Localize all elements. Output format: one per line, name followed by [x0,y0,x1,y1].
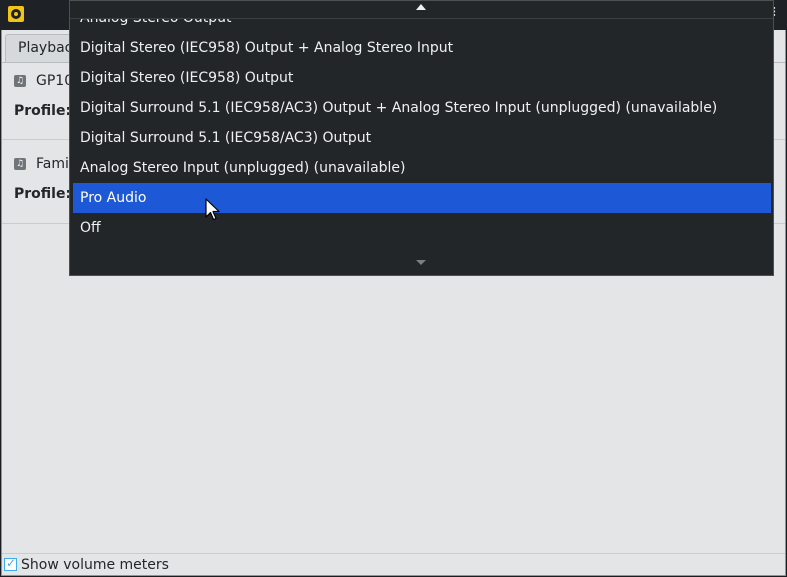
device-name-1: GP10 [36,73,74,89]
dropdown-option-off[interactable]: Off [73,213,771,243]
dropdown-option-digital-stereo-output[interactable]: Digital Stereo (IEC958) Output [73,63,771,93]
mouse-cursor-icon [205,198,220,221]
dropdown-option-analog-stereo-input[interactable]: Analog Stereo Input (unplugged) (unavail… [73,153,771,183]
device-row-2: ♫ Famil [14,154,73,174]
footer-bar: Show volume meters [2,553,785,575]
profile-label-1: Profile: [14,103,72,119]
show-volume-meters-checkbox[interactable] [4,556,17,571]
music-note-icon: ♫ [14,158,26,170]
scroll-up-button[interactable] [70,1,773,19]
profile-dropdown-list[interactable]: Analog Stereo Output Digital Stereo (IEC… [69,0,774,276]
device-name-2: Famil [36,156,73,172]
dropdown-option-digital-surround-output[interactable]: Digital Surround 5.1 (IEC958/AC3) Output [73,123,771,153]
dropdown-option-pro-audio[interactable]: Pro Audio [73,183,771,213]
device-row-1: ♫ GP10 [14,71,73,91]
show-volume-meters-label[interactable]: Show volume meters [21,557,169,573]
music-note-icon: ♫ [14,75,26,87]
dropdown-option-digital-stereo-analog-input[interactable]: Digital Stereo (IEC958) Output + Analog … [73,33,771,63]
profile-label-2: Profile: [14,186,72,202]
dropdown-option-digital-surround-analog-input[interactable]: Digital Surround 5.1 (IEC958/AC3) Output… [73,93,771,123]
app-icon [8,6,24,22]
chevron-down-icon[interactable] [416,260,426,265]
chevron-up-icon [416,4,426,10]
